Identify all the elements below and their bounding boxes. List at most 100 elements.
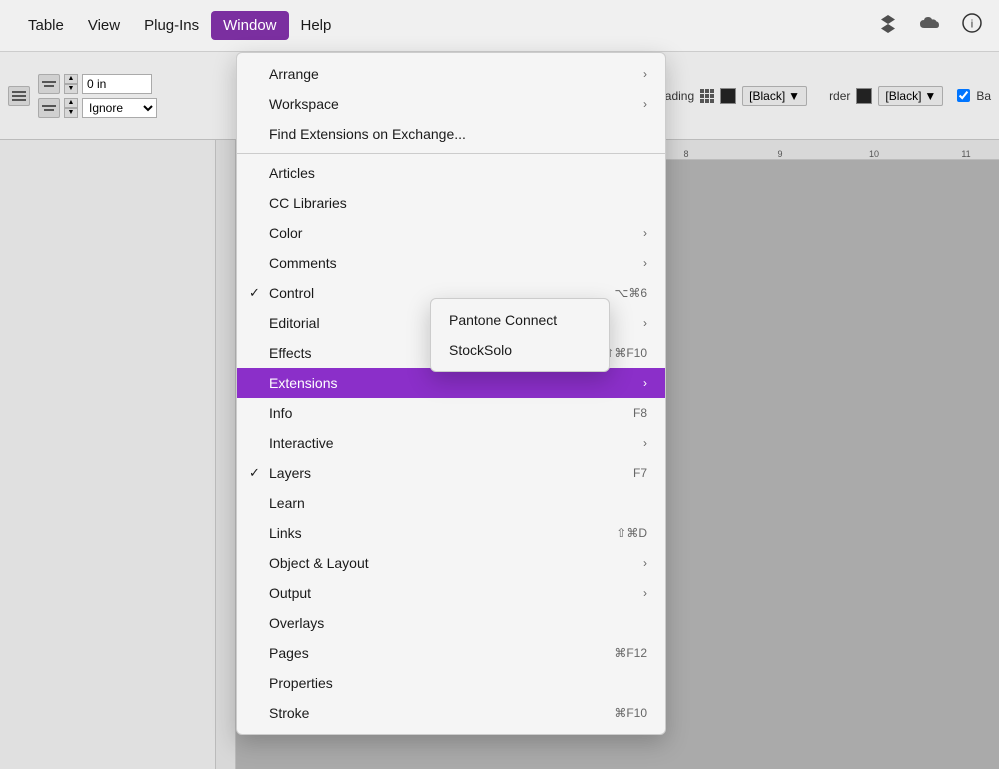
arrange-label: Arrange [269, 66, 319, 82]
layers-shortcut: F7 [609, 466, 647, 480]
menu-item-extensions[interactable]: Extensions › [237, 368, 665, 398]
menu-item-comments[interactable]: Comments › [237, 248, 665, 278]
pages-shortcut: ⌘F12 [590, 646, 647, 660]
menu-window[interactable]: Window [211, 11, 288, 40]
comments-label: Comments [269, 255, 337, 271]
menu-help[interactable]: Help [289, 11, 344, 40]
menubar: Table View Plug-Ins Window Help i [0, 0, 999, 52]
stroke-label: Stroke [269, 705, 309, 721]
editorial-arrow: › [643, 316, 647, 330]
control-checkmark: ✓ [249, 285, 260, 301]
info-shortcut: F8 [609, 406, 647, 420]
input1-field[interactable] [82, 74, 152, 94]
links-label: Links [269, 525, 302, 541]
input2-down[interactable]: ▼ [64, 108, 78, 118]
stocksolo-label: StockSolo [449, 342, 512, 358]
menu-item-color[interactable]: Color › [237, 218, 665, 248]
editorial-label: Editorial [269, 315, 320, 331]
ruler-mark-9: 9 [777, 149, 782, 159]
ruler-mark-8: 8 [683, 149, 688, 159]
shading-label: ading [665, 89, 694, 103]
menubar-system-icons: i [877, 12, 983, 40]
input2-select[interactable]: Ignore [82, 98, 157, 118]
border-color-dropdown[interactable]: [Black] ▼ [878, 86, 943, 106]
shading-color-label: [Black] [749, 89, 785, 103]
grid-icon[interactable] [700, 89, 714, 103]
menu-plugins[interactable]: Plug-Ins [132, 11, 211, 40]
shading-color-dropdown[interactable]: [Black] ▼ [742, 86, 807, 106]
shading-color-swatch [720, 88, 736, 104]
pantone-connect-label: Pantone Connect [449, 312, 557, 328]
interactive-label: Interactive [269, 435, 334, 451]
menu-item-info[interactable]: Info F8 [237, 398, 665, 428]
interactive-arrow: › [643, 436, 647, 450]
shading-dropdown-arrow: ▼ [788, 89, 800, 103]
overlays-label: Overlays [269, 615, 324, 631]
toolbar-align-icon[interactable] [38, 74, 60, 94]
effects-label: Effects [269, 345, 312, 361]
info-icon[interactable]: i [961, 12, 983, 40]
output-arrow: › [643, 586, 647, 600]
menu-item-pages[interactable]: Pages ⌘F12 [237, 638, 665, 668]
color-arrow: › [643, 226, 647, 240]
ruler-mark-11: 11 [961, 149, 970, 159]
color-label: Color [269, 225, 302, 241]
border-label: rder [829, 89, 850, 103]
menu-item-object-layout[interactable]: Object & Layout › [237, 548, 665, 578]
border-dropdown-arrow: ▼ [924, 89, 936, 103]
arrange-arrow: › [643, 67, 647, 81]
menu-item-output[interactable]: Output › [237, 578, 665, 608]
input1-down[interactable]: ▼ [64, 84, 78, 94]
extensions-label: Extensions [269, 375, 337, 391]
ba-label: Ba [976, 89, 991, 103]
ruler-mark-10: 10 [869, 149, 879, 159]
left-panel [0, 52, 216, 769]
input1-stepper[interactable]: ▲ ▼ [64, 74, 78, 94]
menu-sep-1 [237, 153, 665, 154]
border-color-swatch [856, 88, 872, 104]
menu-table[interactable]: Table [16, 11, 76, 40]
workspace-label: Workspace [269, 96, 339, 112]
stroke-shortcut: ⌘F10 [590, 706, 647, 720]
menu-item-find-extensions[interactable]: Find Extensions on Exchange... [237, 119, 665, 149]
input2-stepper[interactable]: ▲ ▼ [64, 98, 78, 118]
menu-item-arrange[interactable]: Arrange › [237, 59, 665, 89]
object-layout-label: Object & Layout [269, 555, 369, 571]
menu-item-properties[interactable]: Properties [237, 668, 665, 698]
workspace-arrow: › [643, 97, 647, 111]
layers-label: Layers [269, 465, 311, 481]
menu-item-interactive[interactable]: Interactive › [237, 428, 665, 458]
submenu-item-stocksolo[interactable]: StockSolo [431, 335, 609, 365]
menu-item-layers[interactable]: ✓ Layers F7 [237, 458, 665, 488]
toolbar-ignore-icon[interactable] [38, 98, 60, 118]
cc-libraries-label: CC Libraries [269, 195, 347, 211]
menu-item-overlays[interactable]: Overlays [237, 608, 665, 638]
submenu-item-pantone-connect[interactable]: Pantone Connect [431, 305, 609, 335]
menu-item-learn[interactable]: Learn [237, 488, 665, 518]
border-checkbox[interactable] [957, 89, 970, 102]
output-label: Output [269, 585, 311, 601]
links-shortcut: ⇧⌘D [592, 526, 647, 540]
menu-item-stroke[interactable]: Stroke ⌘F10 [237, 698, 665, 728]
menu-view[interactable]: View [76, 11, 132, 40]
layers-checkmark: ✓ [249, 465, 260, 481]
comments-arrow: › [643, 256, 647, 270]
menu-item-workspace[interactable]: Workspace › [237, 89, 665, 119]
input1-up[interactable]: ▲ [64, 74, 78, 84]
menu-item-cc-libraries[interactable]: CC Libraries [237, 188, 665, 218]
creative-cloud-icon[interactable] [917, 14, 943, 38]
input2-up[interactable]: ▲ [64, 98, 78, 108]
extensions-submenu: Pantone Connect StockSolo [430, 298, 610, 372]
ruler-vertical [216, 140, 236, 769]
dropbox-icon[interactable] [877, 12, 899, 40]
menu-item-articles[interactable]: Articles [237, 158, 665, 188]
articles-label: Articles [269, 165, 315, 181]
toolbar-inputs: ▲ ▼ ▲ ▼ Ignore [38, 74, 157, 118]
menu-item-links[interactable]: Links ⇧⌘D [237, 518, 665, 548]
info-menu-label: Info [269, 405, 292, 421]
svg-text:i: i [971, 18, 973, 30]
object-layout-arrow: › [643, 556, 647, 570]
toolbar-icon-1[interactable] [8, 86, 30, 106]
border-color-label: [Black] [885, 89, 921, 103]
pages-label: Pages [269, 645, 309, 661]
